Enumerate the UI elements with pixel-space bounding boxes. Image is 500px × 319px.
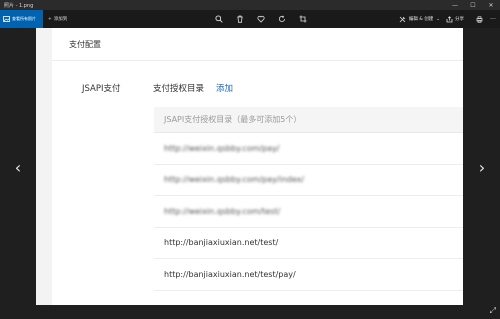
zoom-icon[interactable] [208, 10, 229, 28]
auth-dir-label: 支付授权目录 [153, 84, 205, 94]
table-row: http://weixin.qsbby.com/test/ [154, 196, 463, 228]
table-cell-url: http://weixin.qsbby.com/pay/index/ [164, 175, 305, 185]
plus-icon: + [48, 16, 52, 22]
auth-dir-table: JSAPI支付授权目录（最多可添加5个） http://weixin.qsbby… [154, 107, 463, 291]
more-options-icon[interactable]: ··· [486, 10, 500, 28]
share-button[interactable]: 分享 [446, 15, 472, 23]
table-cell-url: http://weixin.qsbby.com/pay/ [164, 143, 280, 153]
table-row: http://weixin.qsbby.com/pay/ [154, 133, 463, 165]
table-header: JSAPI支付授权目录（最多可添加5个） [154, 107, 463, 133]
table-row: http://weixin.qsbby.com/pay/index/ [154, 165, 463, 196]
previous-photo-button[interactable]: ‹ [12, 156, 24, 180]
edit-icon [399, 16, 406, 22]
view-all-photos-button[interactable]: 查看所有照片 [0, 10, 43, 28]
window-title: 照片 - 1.png [4, 2, 34, 9]
minimize-button[interactable]: — [446, 0, 464, 10]
close-button[interactable]: ✕ [482, 0, 500, 10]
maximize-button[interactable]: ☐ [464, 0, 482, 10]
photo-left-strip [36, 28, 52, 305]
add-to-label: 添加到 [53, 17, 68, 22]
view-all-photos-label: 查看所有照片 [12, 16, 36, 21]
table-cell-url: http://weixin.qsbby.com/test/ [164, 206, 281, 216]
photos-app: 照片 - 1.png — ☐ ✕ 查看所有照片 + 添加到 编辑 & 创建 ⌄ … [0, 0, 500, 319]
jsapi-label: JSAPI支付 [82, 84, 121, 94]
share-label: 分享 [455, 17, 464, 22]
rotate-icon[interactable] [271, 10, 292, 28]
toolbar-center-group [208, 10, 313, 28]
toolbar: 查看所有照片 + 添加到 编辑 & 创建 ⌄ 分享 ··· [0, 10, 500, 28]
photo-canvas: 支付配置 JSAPI支付 支付授权目录 添加 JSAPI支付授权目录（最多可添加… [36, 28, 463, 305]
table-cell-url: http://banjiaxiuxian.net/test/ [164, 238, 279, 248]
photos-icon [3, 16, 10, 22]
panel-title: 支付配置 [69, 40, 101, 49]
expand-icon[interactable]: ⤢ [490, 306, 496, 316]
table-row: http://banjiaxiuxian.net/test/pay/ [154, 259, 463, 291]
edit-create-label: 编辑 & 创建 [408, 17, 434, 22]
toolbar-right-group: 编辑 & 创建 ⌄ 分享 ··· [399, 10, 500, 28]
crop-icon[interactable] [292, 10, 313, 28]
table-cell-url: http://banjiaxiuxian.net/test/pay/ [164, 269, 296, 279]
favorite-icon[interactable] [250, 10, 271, 28]
title-bar: 照片 - 1.png — ☐ ✕ [0, 0, 500, 10]
edit-create-button[interactable]: 编辑 & 创建 ⌄ [399, 16, 446, 23]
table-row: http://banjiaxiuxian.net/test/ [154, 228, 463, 259]
print-icon[interactable] [472, 10, 486, 28]
share-icon [446, 15, 453, 22]
delete-icon[interactable] [229, 10, 250, 28]
next-photo-button[interactable]: › [476, 156, 488, 180]
add-link: 添加 [216, 84, 234, 94]
panel-title-bar: 支付配置 [52, 28, 463, 61]
chevron-down-icon: ⌄ [436, 16, 440, 22]
add-to-button[interactable]: + 添加到 [43, 16, 68, 23]
